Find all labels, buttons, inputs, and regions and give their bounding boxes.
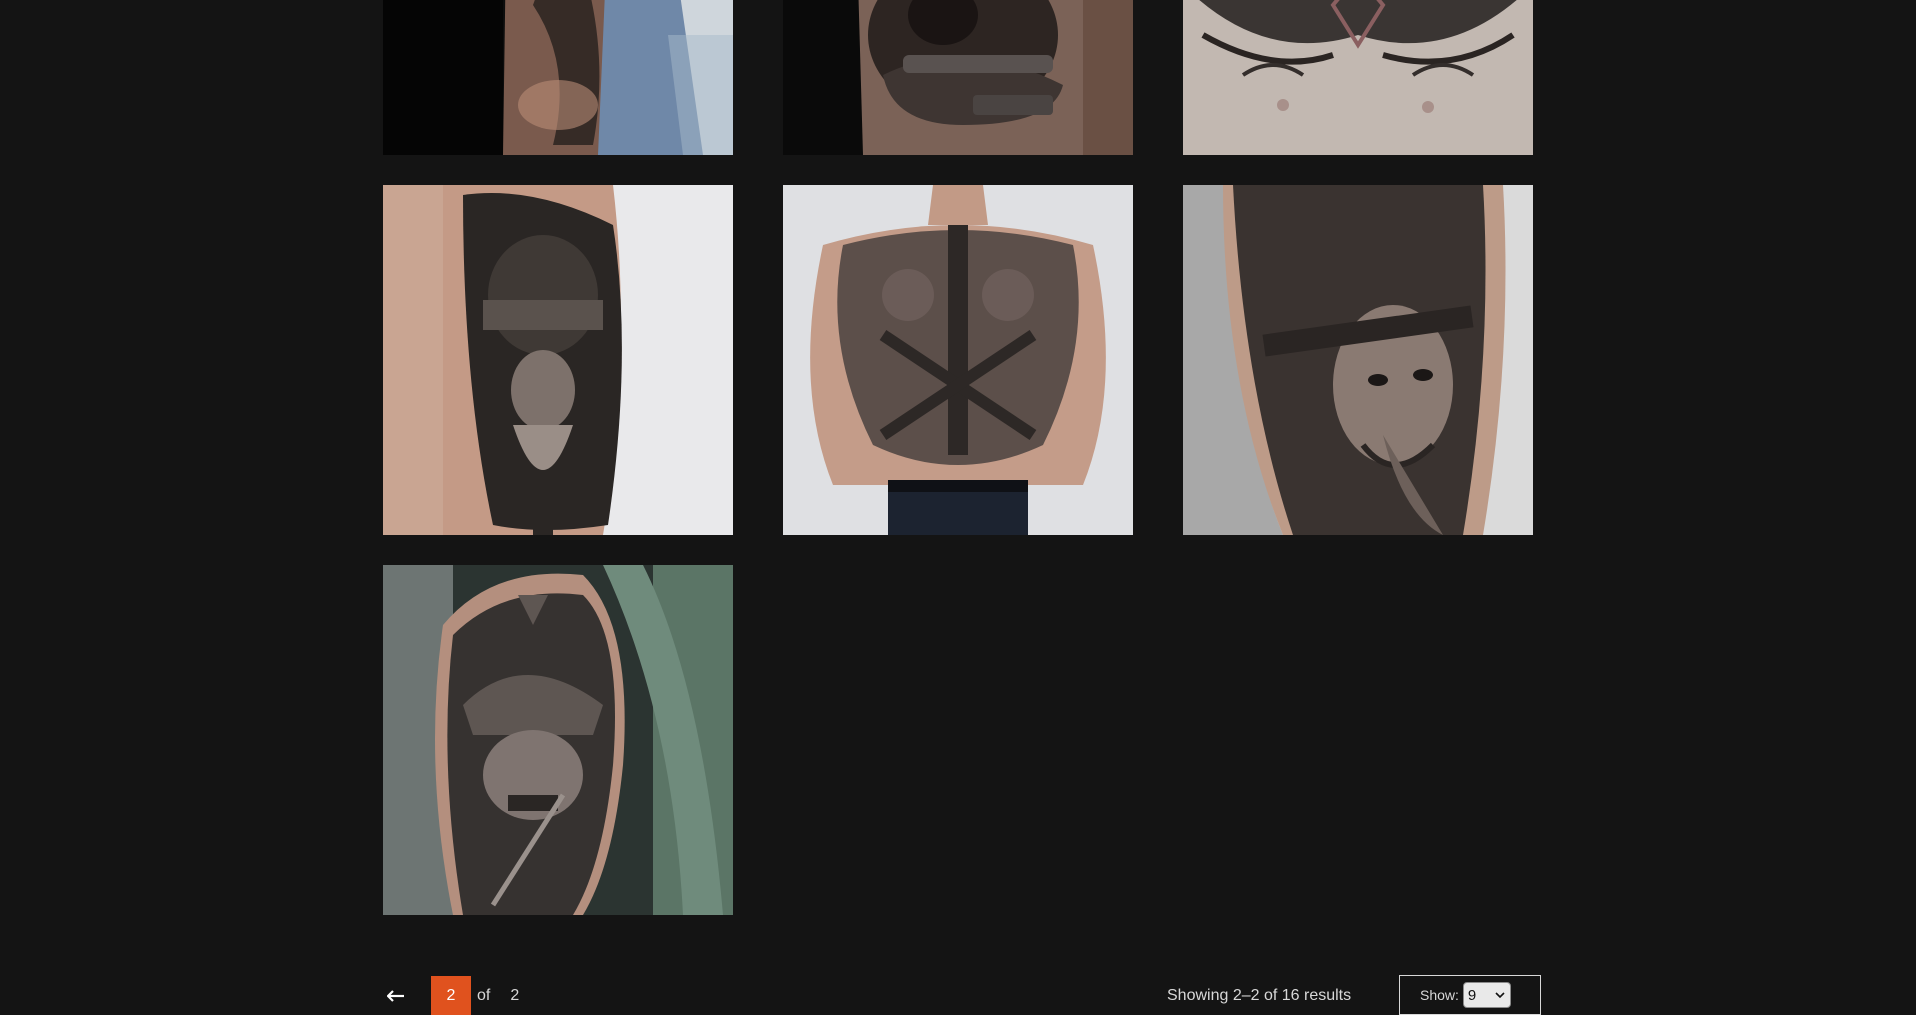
chevron-down-icon — [1495, 991, 1505, 998]
per-page-control: Show: 9 — [1399, 975, 1541, 1015]
tattoo-photo-forearm-sleeve — [383, 0, 733, 155]
gallery-item[interactable] — [383, 565, 733, 915]
tattoo-gallery-grid — [383, 0, 1533, 915]
per-page-selected-value: 9 — [1467, 986, 1477, 1004]
arrow-left-icon — [387, 989, 404, 1002]
gallery-item[interactable] — [383, 185, 733, 535]
per-page-select[interactable]: 9 — [1462, 982, 1511, 1008]
page-of-label: of — [477, 986, 491, 1004]
tattoo-photo-samurai-shoulder — [383, 565, 733, 915]
gallery-item[interactable] — [783, 185, 1133, 535]
tattoo-photo-dog-thigh — [783, 0, 1133, 155]
tattoo-photo-chest-celtic — [1183, 0, 1533, 155]
previous-page-button[interactable] — [383, 976, 409, 1015]
gallery-item[interactable] — [783, 0, 1133, 155]
current-page-button[interactable]: 2 — [431, 976, 471, 1015]
tattoo-photo-back-axes — [783, 185, 1133, 535]
per-page-label: Show: — [1420, 987, 1459, 1003]
total-pages-link[interactable]: 2 — [510, 987, 519, 1005]
results-count: Showing 2–2 of 16 results — [1167, 986, 1352, 1004]
gallery-item[interactable] — [1183, 0, 1533, 155]
pagination: 2 of 2 — [383, 976, 519, 1015]
gallery-item[interactable] — [1183, 185, 1533, 535]
tattoo-photo-viking-arm — [383, 185, 733, 535]
page: 2 of 2 Showing 2–2 of 16 results Show: 9 — [0, 0, 1916, 1015]
tattoo-photo-woman-portrait-arm — [1183, 185, 1533, 535]
gallery-item[interactable] — [383, 0, 733, 155]
